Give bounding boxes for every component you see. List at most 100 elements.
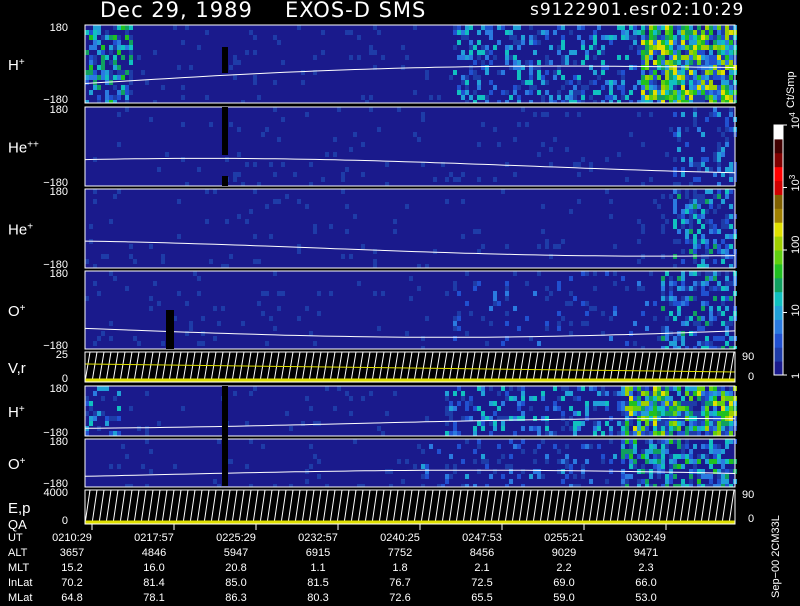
heatmap-cell [701, 162, 705, 167]
heatmap-cell [609, 35, 613, 40]
heatmap-cell [709, 396, 713, 401]
ephemeris-value: 15.2 [61, 562, 82, 574]
heatmap-cell [253, 259, 257, 264]
heatmap-cell [125, 35, 129, 40]
heatmap-cell [705, 281, 709, 286]
heatmap-cell [577, 162, 581, 167]
heatmap-cell [657, 386, 661, 391]
heatmap-cell [701, 209, 705, 214]
heatmap-cell [545, 426, 549, 431]
heatmap-cell [181, 85, 185, 90]
heatmap-cell [673, 199, 677, 204]
heatmap-cell [585, 50, 589, 55]
heatmap-cell [709, 286, 713, 291]
heatmap-cell [641, 224, 645, 229]
heatmap-cell [673, 60, 677, 65]
heatmap-cell [709, 276, 713, 281]
ephemeris-value: 59.0 [553, 592, 574, 604]
heatmap-cell [445, 431, 449, 436]
heatmap-cell [725, 25, 729, 30]
heatmap-cell [545, 421, 549, 426]
heatmap-cell [693, 90, 697, 95]
heatmap-cell [701, 157, 705, 162]
heatmap-cell [521, 35, 525, 40]
heatmap-cell [701, 254, 705, 259]
heatmap-cell [657, 75, 661, 80]
heatmap-cell [121, 85, 125, 90]
colorbar-segment [774, 236, 783, 250]
heatmap-cell [589, 386, 593, 391]
heatmap-cell [505, 281, 509, 286]
heatmap-cell [721, 152, 725, 157]
heatmap-cell [177, 291, 181, 296]
ephemeris-value: 72.5 [471, 577, 492, 589]
heatmap-cell [109, 35, 113, 40]
heatmap-cell [465, 331, 469, 336]
heatmap-cell [593, 426, 597, 431]
heatmap-cell [725, 219, 729, 224]
heatmap-cell [649, 449, 653, 454]
heatmap-cell [665, 406, 669, 411]
heatmap-cell [501, 474, 505, 479]
heatmap-cell [577, 426, 581, 431]
heatmap-cell [721, 55, 725, 60]
heatmap-cell [145, 439, 149, 444]
heatmap-cell [117, 189, 121, 194]
heatmap-cell [453, 25, 457, 30]
heatmap-cell [601, 454, 605, 459]
heatmap-cell [565, 474, 569, 479]
heatmap-cell [685, 286, 689, 291]
heatmap-cell [681, 411, 685, 416]
heatmap-cell [697, 321, 701, 326]
heatmap-cell [505, 311, 509, 316]
heatmap-cell [153, 281, 157, 286]
heatmap-cell [697, 204, 701, 209]
heatmap-cell [525, 90, 529, 95]
heatmap-cell [693, 426, 697, 431]
heatmap-cell [225, 264, 229, 268]
heatmap-cell [717, 286, 721, 291]
heatmap-cell [245, 421, 249, 426]
heatmap-cell [309, 464, 313, 469]
heatmap-cell [317, 311, 321, 316]
heatmap-cell [457, 40, 461, 45]
heatmap-cell [593, 30, 597, 35]
heatmap-cell [685, 65, 689, 70]
heatmap-cell [577, 172, 581, 177]
heatmap-cell [689, 396, 693, 401]
heatmap-cell [653, 65, 657, 70]
heatmap-cell [545, 296, 549, 301]
heatmap-cell [473, 406, 477, 411]
heatmap-cell [485, 341, 489, 346]
heatmap-cell [709, 421, 713, 426]
heatmap-cell [705, 249, 709, 254]
heatmap-cell [297, 199, 301, 204]
heatmap-cell [493, 421, 497, 426]
heatmap-cell [705, 199, 709, 204]
heatmap-cell [461, 95, 465, 100]
heatmap-cell [681, 449, 685, 454]
heatmap-cell [697, 396, 701, 401]
right-axis-min: 0 [748, 513, 754, 525]
heatmap-cell [597, 426, 601, 431]
heatmap-cell [709, 341, 713, 346]
heatmap-cell [649, 444, 653, 449]
heatmap-cell [485, 464, 489, 469]
heatmap-cell [661, 95, 665, 100]
heatmap-cell [469, 45, 473, 50]
heatmap-cell [685, 301, 689, 306]
heatmap-cell [537, 90, 541, 95]
heatmap-cell [149, 449, 153, 454]
heatmap-cell [685, 219, 689, 224]
heatmap-cell [725, 431, 729, 436]
heatmap-cell [689, 219, 693, 224]
panel-label: H+ [8, 404, 25, 422]
heatmap-cell [681, 444, 685, 449]
heatmap-cell [613, 35, 617, 40]
heatmap-cell [465, 416, 469, 421]
heatmap-cell [685, 296, 689, 301]
heatmap-cell [653, 35, 657, 40]
heatmap-cell [653, 80, 657, 85]
ephemeris-value: 76.7 [389, 577, 410, 589]
heatmap-cell [625, 55, 629, 60]
